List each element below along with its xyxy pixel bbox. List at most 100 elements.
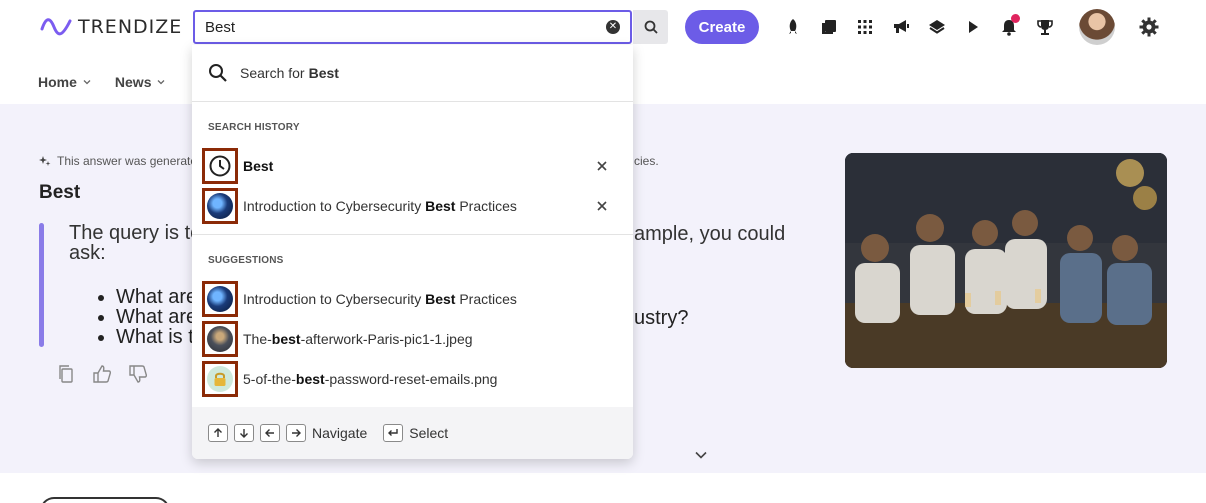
answer-text: The query is to ask: [69, 223, 201, 263]
dropdown-footer: Navigate Select [192, 407, 633, 459]
text-part: The- [243, 331, 272, 347]
arrow-left-key-icon [260, 424, 280, 442]
answer-bullet: What are [116, 307, 197, 327]
remove-history-icon[interactable] [595, 199, 609, 213]
search-history-heading: SEARCH HISTORY [208, 122, 300, 133]
search-input[interactable] [195, 12, 575, 42]
copy-icon[interactable] [56, 364, 76, 384]
search-icon [209, 64, 227, 82]
text-part: -afterwork-Paris-pic1-1.jpeg [300, 331, 473, 347]
sparkle-icon [39, 156, 51, 166]
gear-icon[interactable] [1139, 17, 1159, 37]
play-icon[interactable] [962, 16, 984, 38]
lock-icon [214, 372, 226, 386]
suggestion-item[interactable]: Introduction to Cybersecurity Best Pract… [202, 281, 627, 317]
chevron-down-icon [158, 80, 165, 85]
chevron-down-icon [83, 80, 91, 85]
chevron-down-icon [695, 451, 707, 459]
create-button[interactable]: Create [685, 10, 759, 44]
search-for-label: Search for [240, 65, 305, 81]
select-hint: Select [409, 425, 449, 441]
arrow-right-key-icon [286, 424, 306, 442]
arrow-down-key-icon [234, 424, 254, 442]
ai-disclaimer-tail: cies. [634, 154, 659, 168]
text-part: Practices [455, 198, 517, 214]
ai-disclaimer: This answer was generate [39, 154, 197, 168]
history-item[interactable]: Introduction to Cybersecurity Best Pract… [202, 188, 627, 224]
bottom-tab-pill[interactable] [40, 497, 170, 503]
enter-key-icon [383, 424, 404, 442]
apps-icon[interactable] [854, 16, 876, 38]
answer-bullet: What is t [116, 327, 197, 347]
nav-item-home[interactable]: Home [38, 72, 91, 92]
suggestion-item[interactable]: 5-of-the-best-password-reset-emails.png [202, 361, 627, 397]
answer-title: Best [39, 182, 81, 203]
match-text: Best [425, 291, 456, 307]
megaphone-icon[interactable] [890, 16, 912, 38]
suggestion-item-text: 5-of-the-best-password-reset-emails.png [243, 371, 497, 387]
notification-badge [1011, 14, 1020, 23]
divider [192, 101, 633, 102]
nav-item-label: News [114, 74, 152, 90]
user-avatar[interactable] [1079, 9, 1115, 45]
suggestions-heading: SUGGESTIONS [208, 255, 284, 266]
suggestion-item-text: Introduction to Cybersecurity Best Pract… [243, 291, 517, 307]
search-button[interactable] [633, 10, 668, 44]
answer-line: ask: [69, 242, 106, 264]
bottom-tabs [0, 473, 1206, 503]
history-item[interactable]: Best [202, 148, 627, 184]
text-part: Practices [455, 291, 517, 307]
clock-icon [202, 148, 238, 184]
suggestion-item-text: The-best-afterwork-Paris-pic1-1.jpeg [243, 331, 473, 347]
match-text: best [271, 331, 301, 347]
search-for-term: Best [308, 65, 339, 81]
logo-wave-icon [40, 18, 72, 36]
rocket-icon[interactable] [782, 16, 804, 38]
clear-search-icon[interactable]: ✕ [606, 20, 620, 34]
suggestion-item[interactable]: The-best-afterwork-Paris-pic1-1.jpeg [202, 321, 627, 357]
image-thumbnail [202, 321, 238, 357]
answer-bullet-tail: ustry? [634, 307, 689, 329]
quote-bar [39, 223, 44, 347]
text-part: 5-of-the- [243, 371, 296, 387]
divider [192, 234, 633, 235]
article-thumbnail [202, 281, 238, 317]
trophy-icon[interactable] [1034, 16, 1056, 38]
nav-item-news[interactable]: News [115, 72, 166, 92]
navigate-hint: Navigate [312, 425, 368, 441]
brand-logo[interactable]: TRENDIZE [40, 12, 182, 42]
remove-history-icon[interactable] [595, 159, 609, 173]
layers-icon[interactable] [926, 16, 948, 38]
answer-line: The query is to [69, 222, 202, 244]
history-item-text: Best [243, 158, 273, 174]
search-suggestions-dropdown: Search for Best SEARCH HISTORY Best Intr… [192, 45, 633, 459]
match-text: best [295, 371, 325, 387]
article-thumbnail [202, 188, 238, 224]
feedback-bar [56, 364, 164, 384]
image-thumbnail-lock [202, 361, 238, 397]
nav-item-label: Home [38, 74, 77, 90]
match-text: Best [425, 198, 456, 214]
arrow-up-key-icon [208, 424, 228, 442]
search-icon [644, 20, 658, 34]
celebration-photo [845, 153, 1167, 368]
text-part: Introduction to Cybersecurity [243, 291, 426, 307]
main-nav: Home News [38, 72, 189, 92]
search-box: ✕ [193, 10, 632, 44]
thumbs-down-icon[interactable] [128, 364, 148, 384]
thumbs-up-icon[interactable] [92, 364, 112, 384]
ai-disclaimer-text: This answer was generate [57, 154, 198, 168]
answer-bullet: What are [116, 287, 197, 307]
answer-text-tail: ample, you could [634, 223, 786, 245]
history-item-text: Introduction to Cybersecurity Best Pract… [243, 198, 517, 214]
match-text: Best [243, 158, 274, 174]
library-icon[interactable] [818, 16, 840, 38]
article-photo[interactable] [845, 153, 1167, 368]
text-part: Introduction to Cybersecurity [243, 198, 426, 214]
brand-name: TRENDIZE [78, 16, 183, 38]
bell-icon[interactable] [998, 14, 1020, 38]
search-for-option[interactable]: Search for Best [208, 62, 339, 84]
text-part: -password-reset-emails.png [324, 371, 498, 387]
header-icon-bar [782, 14, 1070, 40]
answer-bullets: What are What are What is t [102, 287, 197, 347]
